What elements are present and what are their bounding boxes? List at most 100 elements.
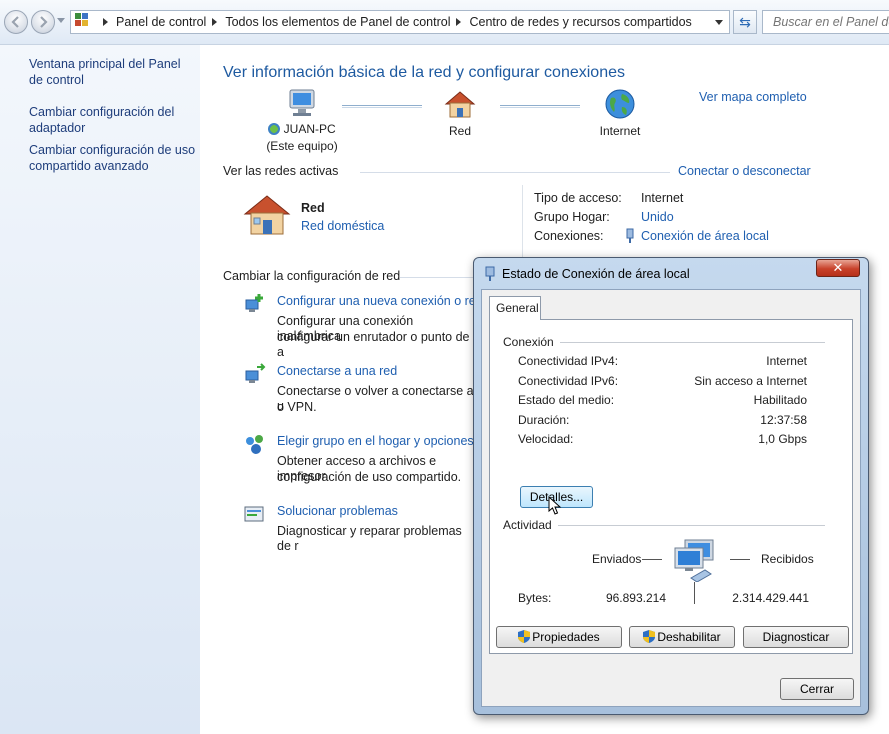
homegroup-link[interactable]: Unido [641, 210, 674, 224]
task-desc-line: o VPN. [277, 400, 317, 414]
close-icon: ✕ [832, 260, 844, 275]
breadcrumb-separator-icon[interactable] [456, 18, 462, 26]
forward-button[interactable] [31, 10, 55, 34]
connect-network-icon [245, 363, 266, 383]
active-networks-title: Ver las redes activas [223, 164, 339, 178]
close-dialog-button[interactable]: Cerrar [780, 678, 854, 700]
ipv6-label: Conectividad IPv6: [518, 374, 619, 388]
computer-icon [289, 89, 315, 116]
search-box[interactable] [762, 10, 889, 34]
sidebar-item-sharing-settings[interactable]: Cambiar configuración de uso compartido … [29, 142, 197, 174]
speed-label: Velocidad: [518, 432, 574, 446]
divider [730, 559, 750, 560]
computer-name: JUAN-PC [283, 122, 336, 136]
arrow-right-icon [40, 16, 48, 28]
troubleshoot-icon [244, 506, 264, 522]
duration-label: Duración: [518, 413, 570, 427]
network-computers-icon [674, 539, 714, 582]
ethernet-icon [485, 266, 495, 281]
address-bar: Panel de control Todos los elementos de … [0, 0, 889, 45]
task-desc-line: configuración de uso compartido. [277, 470, 462, 484]
refresh-button[interactable]: ⇆ [733, 10, 757, 34]
duration-value: 12:37:58 [760, 413, 807, 427]
local-connection-link[interactable]: Conexión de área local [641, 229, 769, 243]
homegroup-icon [246, 435, 263, 454]
user-icon [268, 123, 281, 135]
tab-panel: Conexión Conectividad IPv4: Internet Con… [489, 319, 853, 654]
access-type-value: Internet [641, 191, 684, 205]
divider [560, 342, 825, 343]
task-homegroup[interactable]: Elegir grupo en el hogar y opciones d [277, 434, 484, 448]
map-connector [500, 105, 580, 108]
sent-label: Enviados [592, 552, 642, 566]
divider [360, 172, 670, 173]
internet-label: Internet [599, 124, 641, 138]
access-type-label: Tipo de acceso: [534, 191, 622, 205]
disable-button-label: Deshabilitar [657, 630, 721, 644]
back-button[interactable] [4, 10, 28, 34]
ethernet-icon [626, 228, 634, 243]
received-label: Recibidos [761, 552, 814, 566]
home-network-icon [243, 195, 291, 235]
activity-group-title: Actividad [503, 518, 552, 532]
task-troubleshoot[interactable]: Solucionar problemas [277, 504, 398, 518]
change-settings-title: Cambiar la configuración de red [223, 269, 401, 283]
connection-status-dialog[interactable]: Estado de Conexión de área local ✕ Gener… [473, 257, 869, 715]
sidebar-item-home[interactable]: Ventana principal del Panel de control [29, 56, 197, 88]
connection-group-title: Conexión [503, 335, 554, 349]
page-title: Ver información básica de la red y confi… [223, 64, 625, 81]
tab-general[interactable]: General [489, 296, 541, 320]
bytes-received-value: 2.314.429.441 [732, 591, 809, 605]
arrow-left-icon [11, 16, 19, 28]
diagnose-button[interactable]: Diagnosticar [743, 626, 849, 648]
globe-icon [605, 89, 635, 119]
task-desc-line: Diagnosticar y reparar problemas de r [277, 524, 462, 553]
task-desc-line: configurar un enrutador o punto de a [277, 330, 470, 359]
shield-icon [643, 630, 656, 643]
bytes-sent-value: 96.893.214 [605, 591, 666, 605]
ipv4-label: Conectividad IPv4: [518, 354, 619, 368]
network-label: Red [448, 124, 471, 138]
recent-pages-dropdown[interactable] [57, 18, 65, 23]
media-state-value: Habilitado [753, 393, 807, 407]
divider [642, 559, 662, 560]
sidebar-item-adapter-settings[interactable]: Cambiar configuración del adaptador [29, 104, 197, 136]
close-button[interactable]: ✕ [816, 259, 860, 277]
breadcrumb-separator-icon[interactable] [103, 18, 108, 26]
map-network[interactable]: Red [430, 88, 490, 139]
bytes-label: Bytes: [518, 591, 552, 605]
mouse-cursor-icon [548, 496, 562, 515]
breadcrumb-separator-icon[interactable] [212, 18, 218, 26]
breadcrumb-network-center[interactable]: Centro de redes y recursos compartidos [469, 15, 691, 29]
properties-button-label: Propiedades [532, 630, 600, 644]
breadcrumb-all-items[interactable]: Todos los elementos de Panel de control [225, 15, 450, 29]
shield-icon [518, 630, 531, 643]
task-connect-network[interactable]: Conectarse a una red [277, 364, 397, 378]
media-state-label: Estado del medio: [518, 393, 615, 407]
map-computer[interactable]: JUAN-PC (Este equipo) [260, 88, 344, 154]
disable-button[interactable]: Deshabilitar [629, 626, 735, 648]
search-input[interactable] [763, 11, 889, 33]
ipv4-value: Internet [766, 354, 807, 368]
homegroup-label: Grupo Hogar: [534, 210, 610, 224]
sidebar: Ventana principal del Panel de control C… [0, 45, 200, 734]
dialog-body: General Conexión Conectividad IPv4: Inte… [481, 289, 861, 707]
speed-value: 1,0 Gbps [758, 432, 807, 446]
chevron-down-icon[interactable] [715, 20, 723, 25]
full-map-link[interactable]: Ver mapa completo [699, 90, 807, 104]
computer-subtitle: (Este equipo) [266, 139, 338, 153]
task-new-connection[interactable]: Configurar una nueva conexión o red [277, 294, 483, 308]
divider [522, 185, 523, 265]
breadcrumb[interactable]: Panel de control Todos los elementos de … [70, 10, 730, 34]
connections-label: Conexiones: [534, 229, 604, 243]
breadcrumb-control-panel[interactable]: Panel de control [116, 15, 206, 29]
properties-button[interactable]: Propiedades [496, 626, 622, 648]
network-type-link[interactable]: Red doméstica [301, 219, 384, 233]
ipv6-value: Sin acceso a Internet [694, 374, 807, 388]
map-connector [342, 105, 422, 108]
map-internet[interactable]: Internet [590, 88, 650, 139]
network-name: Red [301, 201, 325, 215]
dialog-title: Estado de Conexión de área local [502, 267, 690, 281]
refresh-icon: ⇆ [739, 14, 751, 30]
connect-disconnect-link[interactable]: Conectar o desconectar [678, 164, 811, 178]
